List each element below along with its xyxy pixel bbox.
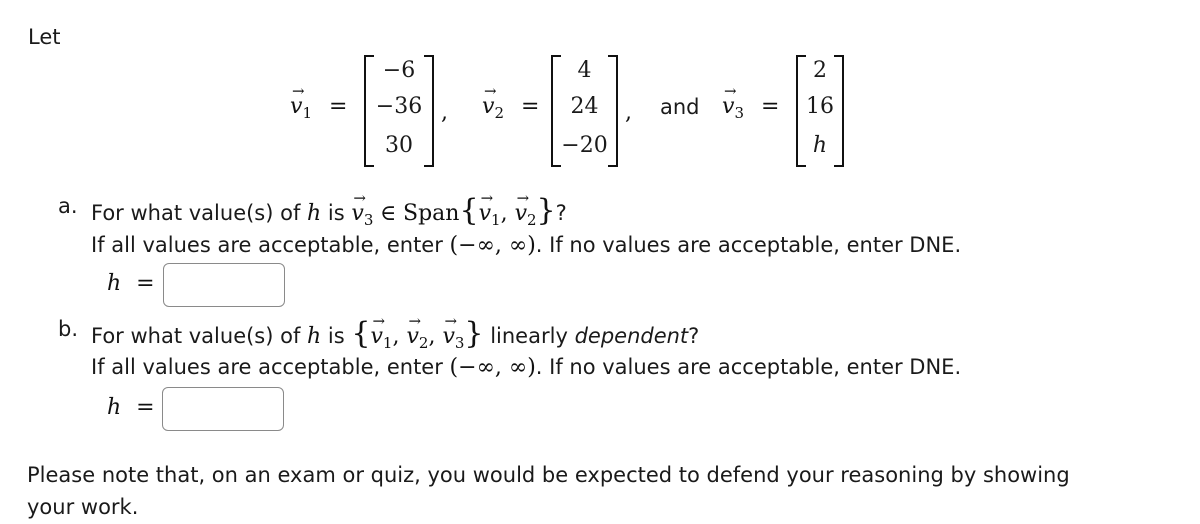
matrix-entry: h [812,133,828,158]
matrix-entry: 24 [570,94,599,119]
intro-text: Let [28,25,61,49]
vector-v2-matrix: 4 24 −20 [551,55,618,167]
matrix-entry: 2 [813,58,827,83]
part-b-question: For what value(s) of h is {v1, v2, v3} l… [91,314,699,351]
vector-v3-label: v3 = [722,84,779,121]
part-a-answer-label: h = [107,271,155,296]
matrix-entry: 30 [385,133,413,158]
vector-v1-label: v1 = [290,84,347,121]
part-a-label: a. [58,194,78,218]
matrix-entry: 16 [806,94,834,119]
separator-comma: , [441,100,448,125]
vector-v3-matrix: 2 16 h [796,55,844,167]
part-a-instructions: If all values are acceptable, enter (−∞,… [91,233,962,258]
part-b-answer-input[interactable] [162,387,284,431]
part-a-question: For what value(s) of h is v3 ∈ Span{v1, … [91,191,567,228]
vector-v2-label: v2 = [482,84,539,121]
part-b-instructions: If all values are acceptable, enter (−∞,… [91,355,962,380]
matrix-entry: −20 [561,133,608,158]
matrix-entry: −36 [375,94,423,119]
separator-comma: , [625,100,632,125]
matrix-entry: 4 [577,58,592,83]
note-line-2: your work. [27,495,139,519]
part-a-answer-input[interactable] [163,263,285,307]
note-line-1: Please note that, on an exam or quiz, yo… [27,463,1070,487]
vector-v1-matrix: −6 −36 30 [364,55,434,167]
part-b-label: b. [58,317,79,341]
part-b-answer-label: h = [107,395,155,420]
conjunction-text: and [660,95,700,119]
matrix-entry: −6 [382,58,416,83]
